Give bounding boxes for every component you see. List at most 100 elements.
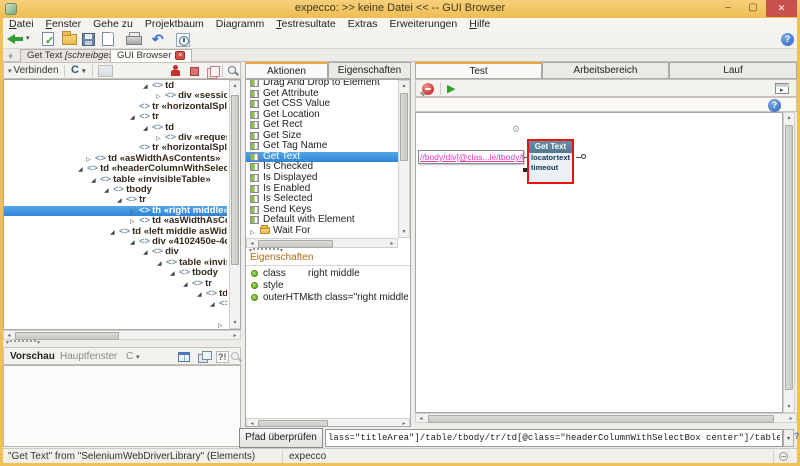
collapse-icon[interactable]: [183, 280, 192, 289]
collapse-icon[interactable]: [143, 248, 152, 257]
back-icon[interactable]: ▾: [6, 32, 36, 48]
grid-icon[interactable]: [178, 352, 190, 362]
tree-node-table[interactable]: <>table «invisibleTable»: [4, 175, 227, 185]
collapse-icon[interactable]: [143, 82, 152, 91]
tree-hscrollbar[interactable]: [3, 330, 241, 340]
collapse-icon[interactable]: [117, 196, 126, 205]
tree-vscrollbar[interactable]: [229, 80, 241, 329]
menu-item-projektbaum[interactable]: Projektbaum: [139, 18, 210, 31]
menu-item-extras[interactable]: Extras: [342, 18, 384, 31]
diagram-canvas[interactable]: ⚙ //body/div[@clas...le/tbody/tr[1]/th G…: [415, 112, 783, 413]
actions-vscrollbar[interactable]: [398, 80, 410, 238]
tree-splitter-handle[interactable]: ▾▾: [6, 340, 40, 346]
tree-node-tr[interactable]: <>tr «horizontalSplitter»: [4, 143, 227, 153]
xpath-input[interactable]: [325, 429, 783, 447]
expand-icon[interactable]: [130, 207, 139, 216]
preview-refresh-icon[interactable]: C ▾: [126, 351, 140, 362]
zoom-red-icon[interactable]: [422, 83, 434, 95]
collapse-icon[interactable]: [143, 124, 152, 133]
layers-icon[interactable]: [198, 351, 210, 362]
output-dot-icon[interactable]: [581, 154, 586, 159]
menu-item-gehe-zu[interactable]: Gehe zu: [87, 18, 139, 31]
tree-node-tr[interactable]: <>tr: [4, 279, 227, 289]
expand-icon[interactable]: [86, 155, 95, 164]
expand-icon[interactable]: [156, 134, 165, 143]
tree-node-td[interactable]: <>td «left middle asWidthAsCon: [4, 227, 227, 237]
get-text-block[interactable]: Get Text locatortext timeout: [527, 139, 574, 184]
collapse-icon[interactable]: [78, 165, 87, 174]
screenshot-icon[interactable]: [98, 65, 113, 77]
refresh-icon[interactable]: C ▾: [71, 65, 86, 77]
tree-node-div[interactable]: <>div «sessionExpiredHint»: [4, 91, 227, 101]
scroll-left-icon[interactable]: [416, 414, 426, 424]
scroll-down-icon[interactable]: [399, 227, 409, 237]
expand-icon[interactable]: [130, 217, 139, 226]
pin-text[interactable]: text: [557, 153, 570, 163]
path-help-icon[interactable]: ?: [794, 431, 800, 441]
path-dropdown-icon[interactable]: ▾: [783, 429, 794, 447]
tab-lauf[interactable]: Lauf: [669, 62, 797, 79]
scroll-right-icon[interactable]: [230, 331, 240, 341]
collapse-icon[interactable]: [197, 290, 206, 299]
action-item-default-with-element[interactable]: Default with Element: [246, 215, 398, 226]
tree-node-tr[interactable]: <>tr «horizontalSplitter»: [4, 102, 227, 112]
inspect-text-icon[interactable]: ?!: [216, 351, 229, 363]
property-row[interactable]: class right middle: [246, 268, 410, 280]
expand-icon[interactable]: [218, 321, 227, 330]
canvas-hscrollbar[interactable]: [415, 413, 797, 423]
property-row[interactable]: style: [246, 280, 410, 292]
timeout-pin-icon[interactable]: [523, 168, 527, 172]
connect-dropdown[interactable]: ▾ Verbinden: [8, 65, 59, 76]
tree-node-td[interactable]: <>td: [4, 123, 227, 133]
collapse-icon[interactable]: [130, 113, 139, 122]
copy-icon[interactable]: [207, 66, 219, 77]
tree-node-th[interactable]: <>th «right middle»: [4, 206, 227, 216]
locator-value-label[interactable]: //body/div[@clas...le/tbody/tr[1]/th: [418, 150, 524, 164]
tree-node-tbody[interactable]: <>tbody: [4, 268, 227, 278]
tree-node-tr[interactable]: <>tr: [4, 112, 227, 122]
tree-node-tr[interactable]: <>tr: [4, 195, 227, 205]
minimize-button[interactable]: –: [716, 0, 740, 17]
pin-locator[interactable]: locator: [531, 153, 556, 162]
tab-test[interactable]: Test: [415, 62, 542, 79]
menu-item-erweiterungen[interactable]: Erweiterungen: [384, 18, 464, 31]
action-item-wait-for[interactable]: Wait For: [246, 226, 398, 237]
collapse-icon[interactable]: [104, 186, 113, 195]
play-icon[interactable]: ▶: [447, 83, 455, 95]
tree-node-td[interactable]: <>td «headerColumnWithSelectBox center»: [4, 164, 227, 174]
scroll-right-icon[interactable]: [399, 419, 409, 427]
collapse-icon[interactable]: [170, 269, 179, 278]
expand-icon[interactable]: [156, 92, 165, 101]
verify-path-button[interactable]: Pfad überprüfen: [239, 428, 323, 448]
inspect-icon[interactable]: [227, 65, 239, 77]
pick-element-icon[interactable]: [170, 65, 180, 77]
scroll-up-icon[interactable]: [784, 113, 794, 123]
maximize-button[interactable]: ▢: [740, 0, 766, 17]
tree-node-div[interactable]: <>div «requestContextLostSp: [4, 133, 227, 143]
scroll-up-icon[interactable]: [399, 81, 409, 91]
tab-gui-browser[interactable]: GUI Browser×: [110, 49, 192, 62]
action-item-is-displayed[interactable]: Is Displayed: [246, 173, 398, 184]
action-item-is-selected[interactable]: Is Selected: [246, 194, 398, 205]
tree-node-div[interactable]: <>div «fil: [4, 320, 227, 330]
scroll-left-icon[interactable]: [247, 419, 257, 427]
menu-item-datei[interactable]: Datei: [3, 18, 40, 31]
canvas-vscrollbar[interactable]: [783, 112, 795, 413]
tree-node-div[interactable]: <>div: [4, 247, 227, 257]
tree-node-td[interactable]: <>td «asWidthAsContents»: [4, 154, 227, 164]
tree-node-table[interactable]: <>table «invisibleTable i: [4, 258, 227, 268]
open-in-window-icon[interactable]: [775, 83, 789, 94]
help-icon[interactable]: ?: [768, 99, 781, 112]
tree-node-tbody[interactable]: <>tbody: [4, 185, 227, 195]
close-tab-icon[interactable]: ×: [175, 51, 185, 60]
gear-icon[interactable]: ⚙: [512, 124, 520, 135]
tree-node-td[interactable]: <>td: [4, 81, 227, 91]
property-row[interactable]: outerHTML <th class="right middle" expec…: [246, 292, 410, 304]
actions-hscrollbar[interactable]: [246, 238, 398, 248]
tree-node-input[interactable]: <>input «: [4, 310, 230, 320]
help-icon[interactable]: ?: [781, 33, 794, 46]
menu-item-fenster[interactable]: Fenster: [40, 18, 88, 31]
add-tab-icon[interactable]: +: [8, 51, 13, 61]
collapse-icon[interactable]: [110, 228, 119, 237]
collapse-icon[interactable]: [91, 176, 100, 185]
